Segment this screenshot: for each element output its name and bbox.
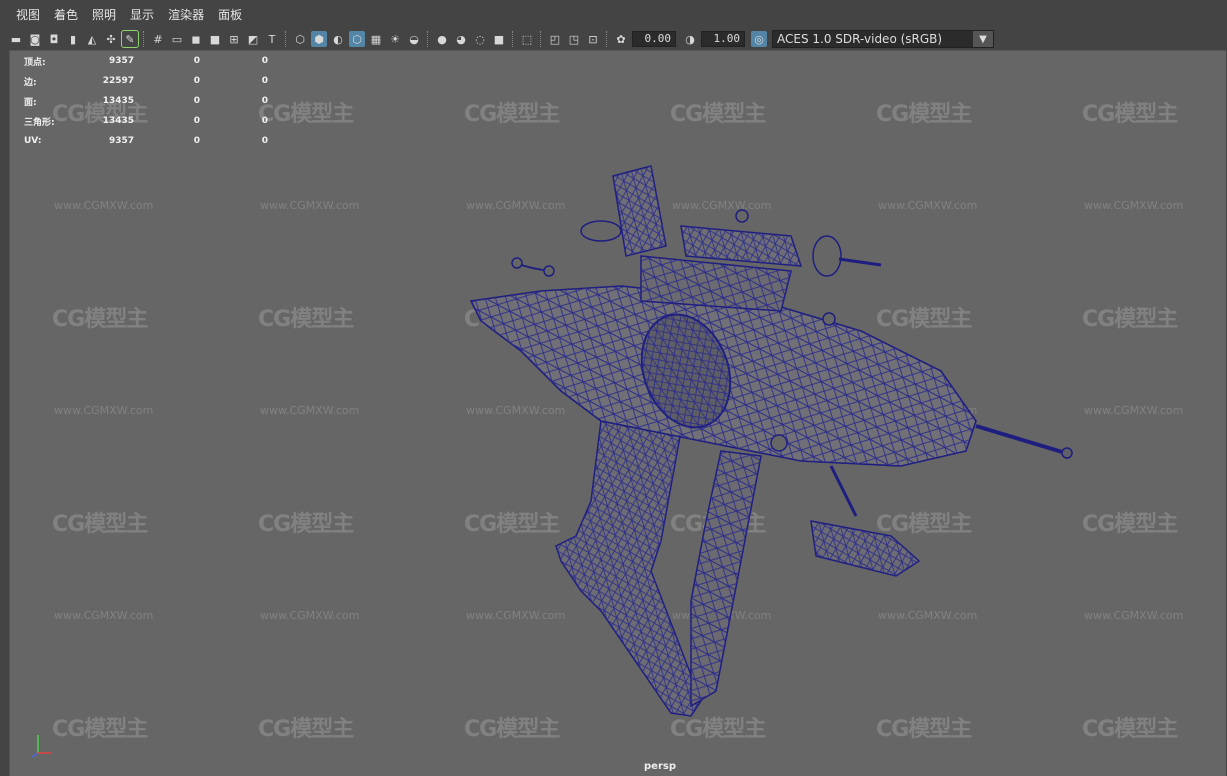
exposure-field[interactable]: 0.00: [632, 31, 676, 47]
resolution-gate-icon[interactable]: ◼: [188, 31, 204, 47]
grease-pencil-icon[interactable]: ✎: [121, 30, 139, 48]
hud-row-vertices: 顶点: 9357 0 0: [24, 51, 268, 71]
hud-value: 0: [193, 96, 200, 106]
color-management-value: ACES 1.0 SDR-video (sRGB): [777, 32, 943, 46]
toolbar-separator: [427, 31, 430, 47]
gamma-field[interactable]: 1.00: [701, 31, 745, 47]
color-management-toggle-icon[interactable]: ◎: [751, 31, 767, 47]
toolbar-separator: [512, 31, 515, 47]
hud-row-triangles: 三角形: 13435 0 0: [24, 111, 268, 131]
gun-model: [469, 165, 1073, 717]
chevron-down-icon[interactable]: ▼: [973, 31, 993, 47]
hud-row-faces: 面: 13435 0 0: [24, 91, 268, 111]
hud-value: 0: [261, 56, 268, 66]
gate-mask-icon[interactable]: ■: [207, 31, 223, 47]
hud-value: 0: [261, 96, 268, 106]
image-plane-icon[interactable]: ◭: [84, 31, 100, 47]
safe-action-icon[interactable]: ◩: [245, 31, 261, 47]
hud-value: 9357: [108, 56, 134, 66]
two-d-pan-icon[interactable]: ✣: [103, 31, 119, 47]
hud-value: 0: [193, 56, 200, 66]
gamma-icon[interactable]: ◑: [682, 31, 698, 47]
hud-value: 0: [261, 136, 268, 146]
camera-label: persp: [644, 761, 676, 772]
hud-row-edges: 边: 22597 0 0: [24, 71, 268, 91]
hud-value: 0: [261, 76, 268, 86]
film-gate-icon[interactable]: ▭: [169, 31, 185, 47]
default-material-icon[interactable]: ◐: [330, 31, 346, 47]
exposure-icon[interactable]: ✿: [613, 31, 629, 47]
hud-label: 面:: [24, 97, 37, 108]
xray-joints-icon[interactable]: ◰: [547, 31, 563, 47]
hud-value: 9357: [108, 136, 134, 146]
menu-bar: 视图 着色 照明 显示 渲染器 面板: [0, 0, 1227, 28]
wireframe-on-shaded-icon[interactable]: ⬡: [349, 31, 365, 47]
toolbar-separator: [606, 31, 609, 47]
hud-value: 0: [261, 116, 268, 126]
poly-count-hud: 顶点: 9357 0 0 边: 22597 0 0 面: 13435 0 0 三…: [24, 51, 268, 151]
camera-attr-icon[interactable]: ◙: [27, 31, 43, 47]
field-chart-icon[interactable]: ⊞: [226, 31, 242, 47]
toolbar-separator: [143, 31, 146, 47]
hud-value: 13435: [102, 96, 134, 106]
axis-gizmo-icon: [31, 735, 52, 758]
wireframe-model[interactable]: [10, 51, 1226, 776]
wireframe-icon[interactable]: ⬡: [292, 31, 308, 47]
xray-icon[interactable]: ▦: [368, 31, 384, 47]
depth-of-field-icon[interactable]: ■: [491, 31, 507, 47]
camera-bookmark-icon[interactable]: ◘: [46, 31, 62, 47]
hud-value: 0: [193, 76, 200, 86]
toolbar-separator: [540, 31, 543, 47]
menu-panels[interactable]: 面板: [204, 6, 242, 23]
hud-label: 边:: [24, 77, 37, 88]
smooth-shade-icon[interactable]: ⬢: [311, 31, 327, 47]
viewport-toolbar: ▬ ◙ ◘ ▮ ◭ ✣ ✎ # ▭ ◼ ■ ⊞ ◩ T ⬡ ⬢ ◐ ⬡ ▦ ☀ …: [0, 28, 1227, 50]
ambient-occlusion-icon[interactable]: ●: [434, 31, 450, 47]
hud-value: 0: [193, 116, 200, 126]
select-camera-icon[interactable]: ▬: [8, 31, 24, 47]
color-management-select[interactable]: ACES 1.0 SDR-video (sRGB) ▼: [772, 30, 994, 48]
hud-label: 顶点:: [24, 57, 46, 68]
safe-title-icon[interactable]: T: [264, 31, 280, 47]
use-lights-icon[interactable]: ☀: [387, 31, 403, 47]
perspective-viewport[interactable]: CG模型主 CG模型主 CG模型主 CG模型主 CG模型主 CG模型主 CG模型主 CG模型主…: [9, 50, 1226, 776]
hud-label: 三角形:: [24, 117, 55, 128]
bookmark-icon[interactable]: ▮: [65, 31, 81, 47]
hud-value: 13435: [102, 116, 134, 126]
backface-culling-icon[interactable]: ⊡: [585, 31, 601, 47]
shadows-icon[interactable]: ◒: [406, 31, 422, 47]
hud-row-uvs: UV: 9357 0 0: [24, 131, 268, 151]
hud-label: UV:: [24, 136, 42, 146]
antialias-icon[interactable]: ◌: [472, 31, 488, 47]
toolbar-separator: [285, 31, 288, 47]
xray-active-icon[interactable]: ◳: [566, 31, 582, 47]
hud-value: 22597: [102, 76, 134, 86]
menu-shading[interactable]: 着色: [40, 6, 78, 23]
isolate-select-icon[interactable]: ⬚: [519, 31, 535, 47]
grid-icon[interactable]: #: [150, 31, 166, 47]
motion-blur-icon[interactable]: ◕: [453, 31, 469, 47]
hud-value: 0: [193, 136, 200, 146]
menu-lighting[interactable]: 照明: [78, 6, 116, 23]
menu-view[interactable]: 视图: [0, 6, 40, 23]
menu-show[interactable]: 显示: [116, 6, 154, 23]
menu-renderer[interactable]: 渲染器: [154, 6, 204, 23]
